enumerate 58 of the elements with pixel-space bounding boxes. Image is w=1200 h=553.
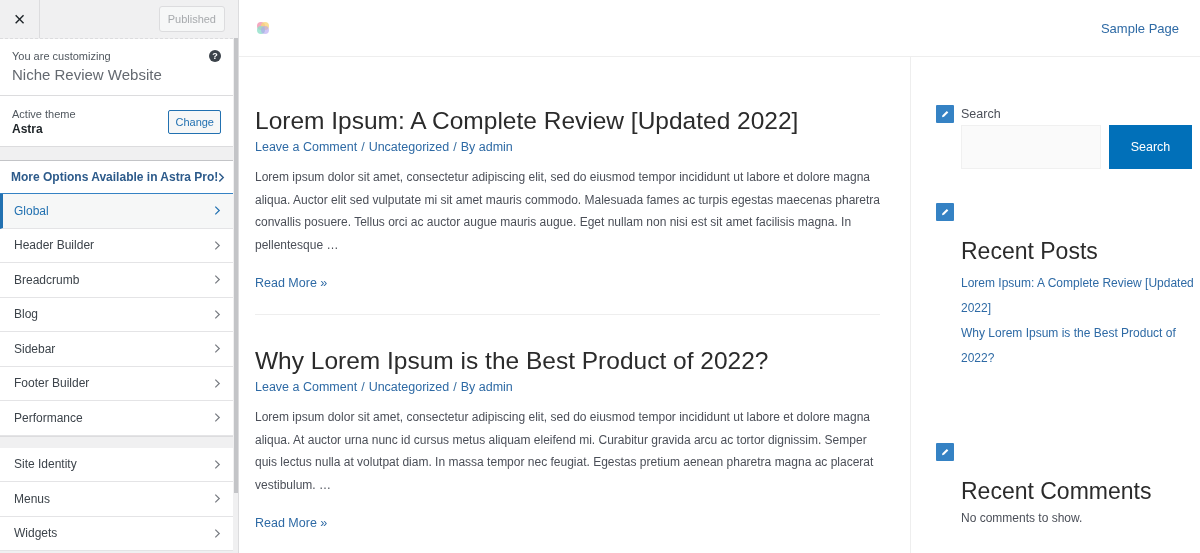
help-icon[interactable]: ? [209,50,221,62]
change-button[interactable]: Change [168,110,221,134]
meta-link[interactable]: Uncategorized [368,380,450,394]
scrollbar[interactable] [234,38,238,493]
post-title[interactable]: Why Lorem Ipsum is the Best Product of 2022? [255,345,880,377]
logo-icon [256,21,270,35]
meta-link[interactable]: By admin [460,140,513,154]
pencil-icon[interactable] [936,203,954,221]
theme-name: Astra [12,122,43,136]
menu-item[interactable]: Blog [0,297,233,332]
menu-item[interactable]: Header Builder [0,228,233,263]
chevron-icon [214,458,221,470]
chevron-icon [218,171,226,183]
meta-link[interactable]: Leave a Comment [255,380,358,394]
customizing-label: You are customizing [12,50,111,62]
read-more-link[interactable]: Read More » [255,276,328,290]
widget-title: Recent Comments [961,477,1152,506]
post-title[interactable]: Lorem Ipsum: A Complete Review [Updated 2022] [255,105,880,137]
menu-item[interactable]: Menus [0,482,233,517]
nav-link[interactable]: Sample Page [1100,20,1179,36]
chevron-icon [214,377,221,389]
menu-item[interactable]: Performance [0,401,233,436]
pencil-icon[interactable] [936,105,954,123]
chevron-icon [214,412,221,424]
post-excerpt: Lorem ipsum dolor sit amet, consectetur adipiscing elit, sed do eiusmod tempor incididunt ut labore et dolore magna aliqua. Auctor elit sed vulputate mi sit amet mauris commodo. Malesuada fames ac turpis egestas maecenas pharetra convallis posuere. Tellus orci ac auctor augue mauris augue. Eget nullam non nisi est sit amet facilisis magna. In pellentesque … [255,169,880,254]
menu-item[interactable]: Footer Builder [0,366,233,401]
search-button[interactable]: Search [1109,125,1192,169]
menu-item[interactable]: Global [0,194,233,229]
pencil-icon[interactable] [936,443,954,461]
separator: / [453,140,457,154]
search-label: Search [961,107,1001,121]
separator: / [453,380,457,394]
separator: / [361,140,365,154]
menu-item[interactable]: Widgets [0,516,233,551]
meta-link[interactable]: Uncategorized [368,140,450,154]
menu-item[interactable]: Breadcrumb [0,263,233,298]
chevron-icon [214,527,221,539]
chevron-icon [214,274,221,286]
recent-post-link[interactable]: Lorem Ipsum: A Complete Review [Updated 2022] [961,271,1200,321]
chevron-icon [214,493,221,505]
menu-item[interactable]: Sidebar [0,332,233,367]
read-more-link[interactable]: Read More » [255,516,328,530]
meta-link[interactable]: By admin [460,380,513,394]
separator: / [361,380,365,394]
chevron-icon [214,343,221,355]
empty-message: No comments to show. [961,511,1083,525]
post-excerpt: Lorem ipsum dolor sit amet, consectetur adipiscing elit, sed do eiusmod tempor incididunt ut labore et dolore magna aliqua. At auctor urna nunc id cursus metus aliquam eleifend mi. Curabitur gravida arcu ac tortor dignissim. Semper quis lectus nulla at volutpat diam. In massa tempor nec feugiat. Egestas pretium aenean pharetra magna ac placerat vestibulum. … [255,409,875,494]
menu-item[interactable]: Site Identity [0,447,233,482]
chevron-icon [214,239,221,251]
recent-post-link[interactable]: Why Lorem Ipsum is the Best Product of 2022? [961,321,1200,371]
theme-label: Active theme [12,108,76,120]
close-button[interactable]: × [0,0,40,38]
chevron-icon [214,308,221,320]
site-name: Niche Review Website [12,66,162,83]
widget-title: Recent Posts [961,237,1098,266]
meta-link[interactable]: Leave a Comment [255,140,358,154]
promo-item[interactable]: More Options Available in Astra Pro! [0,160,233,194]
chevron-icon [214,205,221,217]
